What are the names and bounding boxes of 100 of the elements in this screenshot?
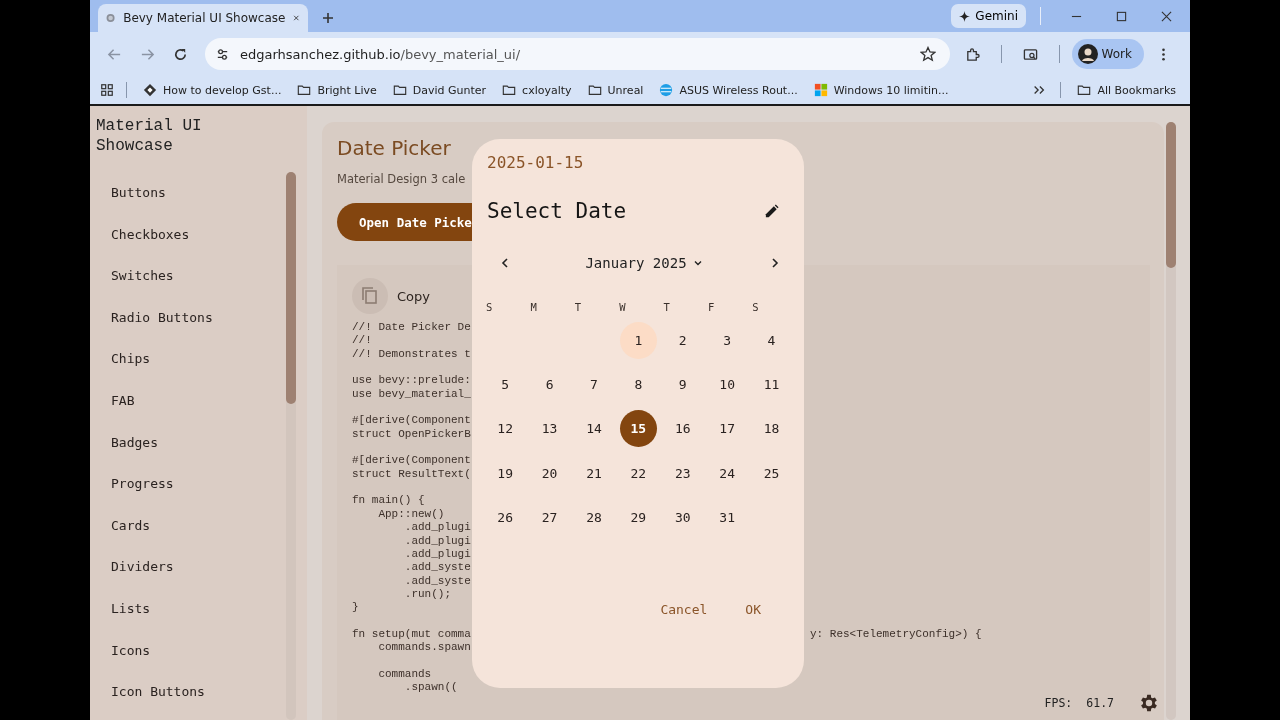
apps-grid-icon[interactable]	[100, 83, 114, 97]
sidebar-item[interactable]: Progress	[111, 463, 286, 505]
code-line: #[derive(Component	[352, 414, 471, 428]
reload-icon[interactable]	[173, 46, 188, 62]
weekday-label: S	[486, 301, 493, 313]
calendar-day[interactable]: 17	[708, 410, 746, 448]
maximize-icon[interactable]	[1116, 10, 1127, 22]
calendar-day[interactable]: 16	[664, 410, 702, 448]
bookmark[interactable]: All Bookmarks	[1069, 79, 1184, 101]
calendar-day[interactable]: 4	[753, 321, 791, 359]
calendar-day[interactable]: 31	[708, 499, 746, 537]
weekday-label: F	[707, 301, 715, 313]
calendar-day[interactable]: 15	[619, 410, 657, 448]
calendar-day[interactable]: 2	[664, 321, 702, 359]
calendar-day[interactable]: 26	[486, 499, 524, 537]
gemini-button[interactable]: Gemini	[951, 4, 1026, 28]
code-line: .run();	[403, 587, 452, 602]
calendar-day[interactable]: 13	[531, 410, 569, 448]
bookmark[interactable]: ASUS Wireless Rout...	[651, 79, 806, 101]
calendar-day[interactable]: 20	[531, 454, 569, 492]
folder-icon	[297, 83, 312, 97]
sidebar-item[interactable]: Checkboxes	[111, 213, 286, 256]
calendar-day[interactable]: 22	[619, 454, 657, 492]
sidebar-item[interactable]: Switches	[111, 255, 286, 297]
weekday-label: T	[663, 301, 670, 313]
code-line: }	[352, 601, 359, 615]
calendar-day[interactable]: 11	[753, 366, 791, 404]
dialog-button[interactable]: OK	[745, 597, 761, 621]
calendar-day[interactable]: 5	[486, 366, 524, 404]
browser-tab[interactable]: Bevy Material UI Showcase	[98, 4, 308, 32]
sidebar-item[interactable]: Cards	[111, 504, 286, 547]
pencil-icon[interactable]	[764, 203, 779, 219]
sidebar-item[interactable]: Radio Buttons	[111, 296, 286, 339]
bookmark[interactable]: cxloyalty	[494, 79, 580, 101]
previous-month-icon[interactable]	[499, 257, 511, 269]
code-line: //!	[352, 334, 372, 348]
calendar-day[interactable]: 18	[753, 410, 791, 448]
sidebar-item[interactable]: Buttons	[111, 172, 286, 214]
calendar-day[interactable]: 10	[708, 366, 746, 404]
profile-button[interactable]: Work	[1071, 39, 1144, 69]
bookmark[interactable]: How to develop Gst...	[135, 79, 290, 101]
calendar-day[interactable]: 19	[486, 454, 524, 492]
code-line: App::new()	[377, 507, 445, 522]
calendar-day[interactable]: 28	[575, 499, 613, 537]
fps-value: 61.7	[1086, 696, 1114, 710]
plus-icon[interactable]	[322, 12, 334, 24]
sidebar-item[interactable]: Badges	[111, 421, 286, 464]
search-tab-icon[interactable]	[1022, 46, 1038, 62]
calendar-day[interactable]: 8	[619, 366, 657, 404]
scrollbar-thumb[interactable]	[286, 172, 296, 404]
sidebar-item[interactable]: Lists	[111, 587, 286, 630]
bookmark[interactable]: Windows 10 limitin...	[805, 79, 957, 101]
close-icon[interactable]	[1161, 10, 1172, 22]
address-bar[interactable]: edgarhsanchez.github.io/bevy_material_ui/	[205, 38, 950, 70]
double-chevron-icon[interactable]	[1032, 83, 1047, 97]
url-text: edgarhsanchez.github.io/bevy_material_ui/	[240, 46, 521, 62]
code-line: .add_plugi	[403, 521, 471, 535]
calendar-day[interactable]: 24	[708, 454, 746, 492]
sidebar-item[interactable]: Dividers	[111, 546, 286, 588]
sidebar-item[interactable]: Icon Buttons	[111, 671, 286, 713]
calendar-day[interactable]: 27	[531, 499, 569, 537]
dialog-title: Select Date	[487, 199, 627, 223]
calendar-day[interactable]: 9	[664, 366, 702, 404]
copy-label[interactable]: Copy	[397, 288, 430, 304]
weekday-label: T	[574, 301, 582, 313]
close-icon[interactable]	[293, 13, 300, 23]
code-line: commands.spawn	[377, 641, 471, 655]
calendar-day[interactable]: 1	[619, 321, 657, 359]
calendar-day[interactable]: 23	[664, 454, 702, 492]
month-selector[interactable]: January 2025	[581, 253, 707, 273]
calendar-day[interactable]: 6	[531, 366, 569, 404]
code-line: #[derive(Component	[352, 454, 471, 468]
calendar-day[interactable]: 14	[575, 410, 613, 448]
caret-icon	[692, 258, 703, 268]
code-line: .add_plugi	[403, 534, 471, 548]
site-settings-icon[interactable]	[215, 46, 230, 62]
bookmark[interactable]: David Gunter	[384, 79, 495, 101]
bookmark[interactable]: Bright Live	[289, 79, 385, 101]
folder-icon	[1077, 83, 1092, 97]
next-month-icon[interactable]	[769, 257, 781, 269]
calendar-day[interactable]: 7	[575, 366, 613, 404]
star-icon[interactable]	[919, 46, 936, 62]
dialog-button[interactable]: Cancel	[660, 597, 708, 621]
calendar-day[interactable]: 29	[619, 499, 657, 537]
settings-icon[interactable]	[1138, 692, 1160, 714]
sidebar-item[interactable]: FAB	[111, 379, 286, 422]
folder-icon	[392, 83, 407, 97]
calendar-day[interactable]: 3	[708, 321, 746, 359]
calendar-day[interactable]: 25	[753, 454, 791, 492]
scrollbar-thumb[interactable]	[1166, 122, 1176, 268]
calendar-day[interactable]: 30	[664, 499, 702, 537]
sidebar-title: Material UI Showcase	[95, 116, 203, 156]
sidebar-item[interactable]: Chips	[111, 338, 286, 380]
bookmark[interactable]: Unreal	[579, 79, 652, 101]
sidebar-item[interactable]: Icons	[111, 629, 286, 672]
code-line: struct ResultText(	[352, 467, 471, 482]
calendar-day[interactable]: 12	[486, 410, 524, 448]
puzzle-icon[interactable]	[964, 46, 980, 62]
avatar-icon	[1077, 44, 1098, 64]
calendar-day[interactable]: 21	[575, 454, 613, 492]
